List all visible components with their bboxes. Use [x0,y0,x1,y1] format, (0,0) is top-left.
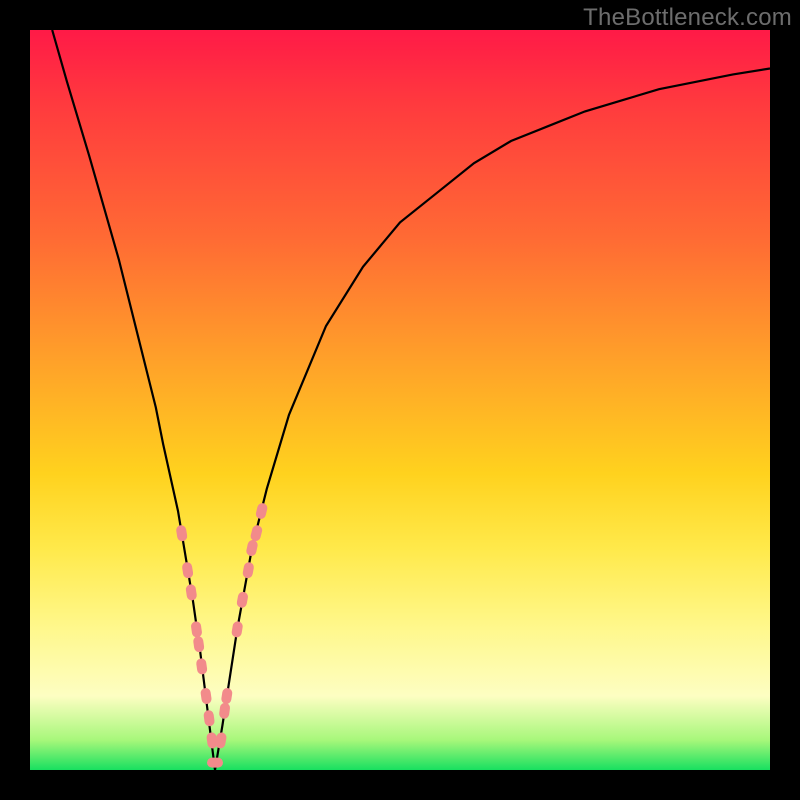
bead [200,687,212,704]
bead [250,524,264,542]
bead [203,710,215,727]
bead [175,525,187,542]
chart-frame: TheBottleneck.com [0,0,800,800]
bead [255,502,268,520]
curve-svg [30,30,770,770]
bead [242,561,255,579]
bead [221,687,233,704]
bead [185,584,197,601]
bead [181,562,193,579]
bead [207,758,223,768]
plot-area [30,30,770,770]
bead [219,702,231,719]
bead [196,658,208,675]
bead [236,591,249,609]
bead [245,539,258,557]
bead [231,621,243,638]
bead [193,636,205,653]
watermark-text: TheBottleneck.com [583,4,792,32]
bead [190,621,202,638]
bottleneck-curve [52,30,770,770]
bead [215,732,228,750]
